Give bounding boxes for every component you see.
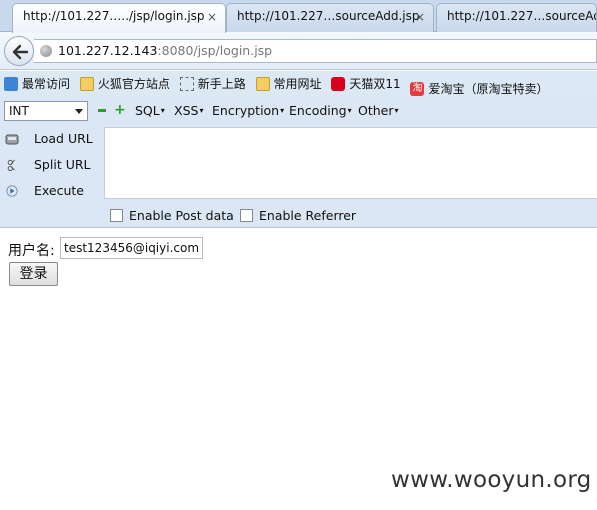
bookmark-most-visited[interactable]: 最常访问 <box>4 75 70 92</box>
menu-xss[interactable]: XSS▾ <box>174 103 203 118</box>
plus-icon[interactable]: + <box>114 103 126 117</box>
menu-other[interactable]: Other▾ <box>358 103 399 118</box>
bookmark-label: 火狐官方站点 <box>97 77 170 91</box>
caret-down-icon: ▾ <box>199 106 204 115</box>
bookmark-common-sites[interactable]: 常用网址 <box>255 75 322 92</box>
tab-title: http://101.227.…./jsp/login.jsp <box>23 9 205 23</box>
execute-button[interactable]: Execute <box>0 180 100 202</box>
tab-resource-add-2[interactable]: http://101.227…sourceAdd <box>436 3 597 32</box>
checkbox-label: Enable Referrer <box>259 208 357 223</box>
checkbox-label: Enable Post data <box>129 208 234 223</box>
bookmark-getting-started[interactable]: 新手上路 <box>179 75 246 92</box>
caret-down-icon: ▾ <box>347 106 352 115</box>
load-url-icon <box>5 134 19 145</box>
page-content: 用户名: test123456@iqiyi.com 登录 www.wooyun.… <box>0 229 597 510</box>
menu-label: XSS <box>174 103 199 118</box>
tab-login[interactable]: http://101.227.…./jsp/login.jsp × <box>12 3 226 33</box>
caret-down-icon: ▾ <box>280 106 285 115</box>
taobao-icon: 淘 <box>410 81 425 96</box>
username-label: 用户名: <box>8 243 55 259</box>
navigation-bar: 101.227.12.143:8080/jsp/login.jsp <box>0 32 597 70</box>
caret-down-icon: ▾ <box>160 106 165 115</box>
bookmark-label: 爱淘宝（原淘宝特卖） <box>428 82 549 96</box>
type-select[interactable]: INT <box>4 101 88 121</box>
bookmark-aitaobao[interactable]: 淘 爱淘宝（原淘宝特卖） <box>410 80 549 97</box>
split-url-button[interactable]: Split URL <box>0 154 100 176</box>
tab-resource-add[interactable]: http://101.227…sourceAdd.jsp × <box>226 3 434 32</box>
tmall-icon <box>331 76 346 91</box>
split-url-icon <box>7 159 15 171</box>
menu-label: SQL <box>135 103 160 118</box>
bookmarks-bar: 最常访问 火狐官方站点 新手上路 常用网址 天猫双11 淘 爱淘宝（原淘宝特卖） <box>0 71 597 97</box>
bookmark-label: 最常访问 <box>22 77 71 91</box>
execute-icon <box>6 185 18 197</box>
back-button[interactable] <box>4 36 34 66</box>
address-bar[interactable]: 101.227.12.143:8080/jsp/login.jsp <box>34 39 597 63</box>
tab-title: http://101.227…sourceAdd.jsp <box>237 9 420 23</box>
menu-encoding[interactable]: Encoding▾ <box>289 103 352 118</box>
folder-icon <box>79 76 94 91</box>
minus-icon[interactable] <box>98 109 106 112</box>
enable-post-data-checkbox[interactable]: Enable Post data <box>110 208 234 223</box>
tab-strip: http://101.227.…./jsp/login.jsp × http:/… <box>0 0 597 33</box>
tab-close-icon[interactable]: × <box>207 10 217 24</box>
load-url-label: Load URL <box>34 131 93 146</box>
checkbox-box[interactable] <box>240 209 253 222</box>
split-url-label: Split URL <box>34 157 91 172</box>
bookmark-label: 天猫双11 <box>349 77 401 91</box>
login-button[interactable]: 登录 <box>9 262 58 286</box>
menu-label: Encoding <box>289 103 347 118</box>
chevron-down-icon <box>75 109 83 114</box>
globe-icon <box>40 45 52 57</box>
tab-title: http://101.227…sourceAdd <box>447 9 597 23</box>
hackbar-panel: INT + SQL▾ XSS▾ Encryption▾ Encoding▾ Ot… <box>0 97 597 228</box>
menu-sql[interactable]: SQL▾ <box>135 103 165 118</box>
execute-label: Execute <box>34 183 84 198</box>
checkbox-box[interactable] <box>110 209 123 222</box>
new-user-icon <box>179 76 194 91</box>
url-host: 101.227.12.143 <box>58 43 158 58</box>
most-visited-icon <box>4 76 18 91</box>
folder-icon <box>255 76 270 91</box>
tab-close-icon[interactable]: × <box>415 10 425 24</box>
menu-label: Other <box>358 103 394 118</box>
enable-referrer-checkbox[interactable]: Enable Referrer <box>240 208 356 223</box>
url-path: :8080/jsp/login.jsp <box>157 43 273 58</box>
username-input[interactable]: test123456@iqiyi.com <box>60 237 203 259</box>
back-arrow-icon <box>12 44 29 60</box>
type-select-value: INT <box>9 104 29 118</box>
menu-label: Encryption <box>212 103 280 118</box>
watermark: www.wooyun.org <box>391 467 592 493</box>
caret-down-icon: ▾ <box>394 106 399 115</box>
load-url-button[interactable]: Load URL <box>0 128 100 150</box>
bookmark-label: 常用网址 <box>273 77 322 91</box>
menu-encryption[interactable]: Encryption▾ <box>212 103 284 118</box>
bookmark-label: 新手上路 <box>197 77 246 91</box>
bookmark-tmall[interactable]: 天猫双11 <box>331 75 401 92</box>
url-textarea[interactable] <box>104 127 597 199</box>
bookmark-firefox-official[interactable]: 火狐官方站点 <box>79 75 170 92</box>
